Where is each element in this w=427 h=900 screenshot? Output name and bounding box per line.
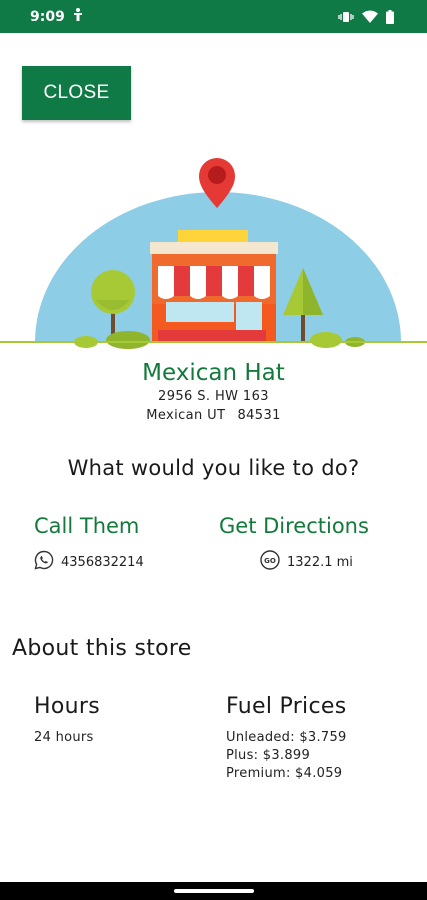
home-gesture-handle[interactable] bbox=[174, 889, 254, 893]
wifi-icon bbox=[362, 10, 378, 23]
get-directions-link[interactable]: Get Directions bbox=[219, 514, 369, 538]
store-address-line1: 2956 S. HW 163 bbox=[158, 389, 269, 404]
about-section-title: About this store bbox=[12, 636, 192, 661]
directions-icon: GO bbox=[259, 549, 281, 575]
accessibility-icon bbox=[73, 8, 83, 25]
fuel-prices-heading: Fuel Prices bbox=[226, 694, 347, 719]
status-icons bbox=[338, 9, 394, 24]
fuel-price-unleaded: Unleaded: $3.759 bbox=[226, 730, 347, 745]
status-time-group: 9:09 bbox=[30, 8, 83, 25]
store-illustration bbox=[0, 158, 427, 349]
vibrate-icon bbox=[338, 11, 354, 23]
call-phone-number: 4356832214 bbox=[61, 554, 144, 570]
fuel-price-plus: Plus: $3.899 bbox=[226, 748, 311, 763]
call-phone-row[interactable]: 4356832214 bbox=[33, 549, 144, 575]
hours-value: 24 hours bbox=[34, 730, 94, 745]
store-zip: 84531 bbox=[237, 408, 281, 423]
svg-text:GO: GO bbox=[264, 557, 276, 565]
store-name: Mexican Hat bbox=[142, 360, 285, 386]
battery-icon bbox=[386, 9, 394, 24]
hours-heading: Hours bbox=[34, 694, 100, 719]
directions-distance: 1322.1 mi bbox=[287, 554, 353, 570]
status-bar: 9:09 bbox=[0, 0, 427, 33]
whatsapp-icon bbox=[33, 549, 55, 575]
status-time: 9:09 bbox=[30, 8, 65, 25]
store-address-line2: Mexican UT 84531 bbox=[0, 408, 427, 423]
store-city-state: Mexican UT bbox=[146, 408, 226, 423]
call-them-link[interactable]: Call Them bbox=[34, 514, 139, 538]
fuel-price-premium: Premium: $4.059 bbox=[226, 766, 343, 781]
directions-distance-row[interactable]: GO 1322.1 mi bbox=[259, 549, 353, 575]
action-prompt: What would you like to do? bbox=[67, 456, 360, 480]
storefront-icon bbox=[150, 230, 278, 342]
close-button[interactable]: CLOSE bbox=[22, 66, 131, 120]
